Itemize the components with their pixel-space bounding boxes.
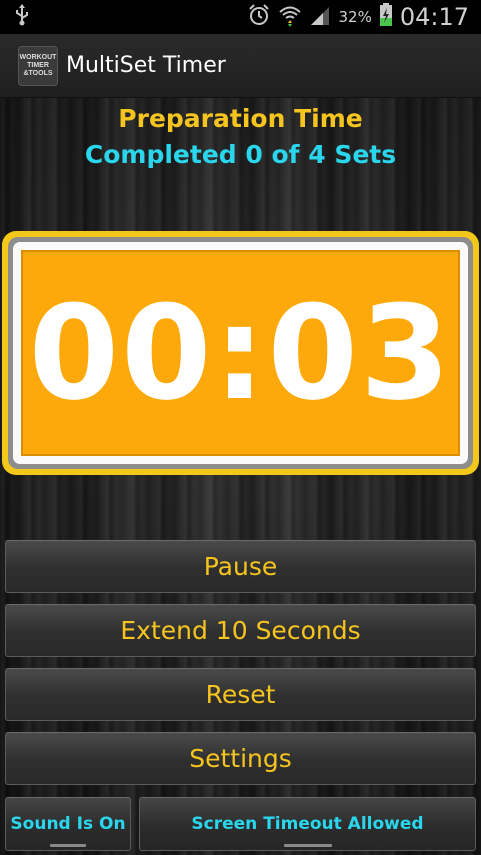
extend-button[interactable]: Extend 10 Seconds xyxy=(5,604,476,657)
sound-toggle[interactable]: Sound Is On xyxy=(5,797,131,851)
alarm-icon xyxy=(247,3,271,32)
timer-face: 00:03 xyxy=(21,250,460,456)
battery-percent: 32% xyxy=(338,8,372,26)
wifi-icon xyxy=(278,3,302,32)
reset-button[interactable]: Reset xyxy=(5,668,476,721)
screen-timeout-toggle[interactable]: Screen Timeout Allowed xyxy=(139,797,476,851)
sound-toggle-label: Sound Is On xyxy=(10,814,126,834)
action-bar: WORKOUT TIMER &TOOLS MultiSet Timer xyxy=(0,34,481,98)
usb-icon xyxy=(14,3,30,31)
sets-status: Completed 0 of 4 Sets xyxy=(84,140,397,169)
timer-display: 00:03 xyxy=(2,231,479,475)
phase-label: Preparation Time xyxy=(118,104,363,133)
status-bar: 32% 04:17 xyxy=(0,0,481,34)
pause-button[interactable]: Pause xyxy=(5,540,476,593)
signal-icon xyxy=(309,4,331,31)
timer-digits: 00:03 xyxy=(28,277,453,429)
settings-button[interactable]: Settings xyxy=(5,732,476,785)
clock: 04:17 xyxy=(399,3,469,31)
app-title: MultiSet Timer xyxy=(66,53,226,78)
screen-timeout-label: Screen Timeout Allowed xyxy=(191,814,424,834)
main-content: Preparation Time Completed 0 of 4 Sets 0… xyxy=(0,98,481,855)
app-logo-icon[interactable]: WORKOUT TIMER &TOOLS xyxy=(18,45,58,86)
toggle-indicator xyxy=(50,844,86,847)
battery-charging-icon xyxy=(379,2,393,32)
toggle-indicator xyxy=(283,844,332,847)
